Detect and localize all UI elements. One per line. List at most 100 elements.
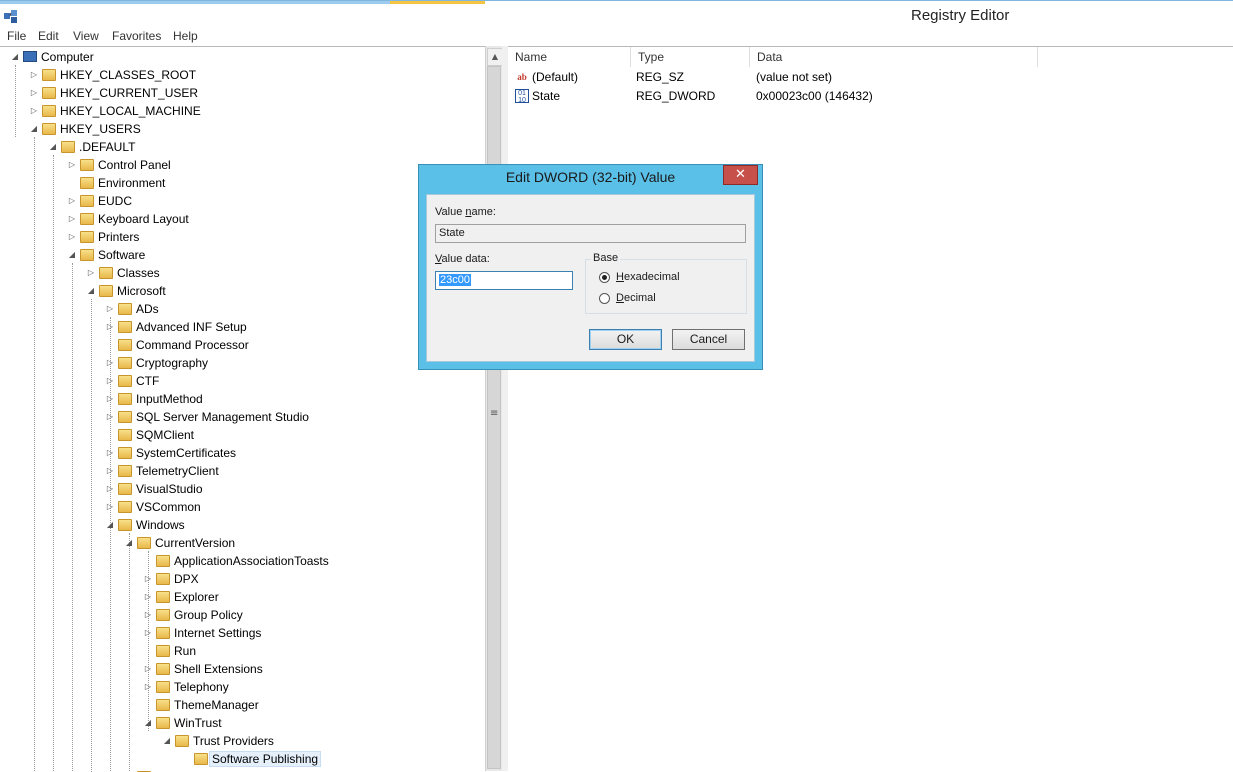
tree-node-vscommon[interactable]: ▷ VSCommon: [104, 498, 201, 516]
value-data-text: 23c00: [439, 274, 471, 286]
collapse-icon[interactable]: ◢: [47, 138, 59, 156]
scroll-up-arrow-icon[interactable]: ▲: [487, 48, 503, 66]
expand-icon[interactable]: ▷: [104, 390, 116, 408]
expand-icon[interactable]: ▷: [28, 66, 40, 84]
tree-node-partial[interactable]: [123, 768, 155, 772]
collapse-icon[interactable]: ◢: [66, 246, 78, 264]
cancel-button[interactable]: Cancel: [672, 329, 745, 350]
tree-scrollbar[interactable]: ▲ ≡: [485, 46, 503, 771]
tree-node-explorer[interactable]: ▷ Explorer: [142, 588, 219, 606]
key-tree: ◢ Computer ▷ HKEY_CLASSES_ROOT ▷ HKEY_CURRE…: [0, 46, 485, 772]
expand-icon[interactable]: ▷: [66, 192, 78, 210]
tree-node-environment[interactable]: Environment: [66, 174, 165, 192]
tree-node-hku[interactable]: ◢ HKEY_USERS: [28, 120, 141, 138]
tree-node-command-processor[interactable]: Command Processor: [104, 336, 249, 354]
decimal-radio[interactable]: [599, 293, 610, 304]
value-name-field[interactable]: State: [435, 224, 746, 243]
tree-node-hklm[interactable]: ▷ HKEY_LOCAL_MACHINE: [28, 102, 201, 120]
expand-icon[interactable]: ▷: [28, 84, 40, 102]
tree-node-group-policy[interactable]: ▷ Group Policy: [142, 606, 243, 624]
tree-node-printers[interactable]: ▷ Printers: [66, 228, 139, 246]
tree-node-systemcertificates[interactable]: ▷ SystemCertificates: [104, 444, 236, 462]
folder-icon: [156, 591, 170, 603]
expand-icon[interactable]: ▷: [104, 498, 116, 516]
tree-node-keyboard-layout[interactable]: ▷ Keyboard Layout: [66, 210, 189, 228]
tree-node-hkcu[interactable]: ▷ HKEY_CURRENT_USER: [28, 84, 198, 102]
expand-icon[interactable]: ▷: [104, 372, 116, 390]
expand-icon[interactable]: ▷: [142, 606, 154, 624]
tree-node-visualstudio[interactable]: ▷ VisualStudio: [104, 480, 203, 498]
ok-button[interactable]: OK: [589, 329, 662, 350]
tree-node-control-panel[interactable]: ▷ Control Panel: [66, 156, 171, 174]
collapse-icon[interactable]: ◢: [9, 48, 21, 66]
tree-node-hkcr[interactable]: ▷ HKEY_CLASSES_ROOT: [28, 66, 196, 84]
tree-node-sqmclient[interactable]: SQMClient: [104, 426, 194, 444]
tree-node-ctf[interactable]: ▷ CTF: [104, 372, 159, 390]
expand-icon[interactable]: ▷: [66, 228, 78, 246]
tree-node-dpx[interactable]: ▷ DPX: [142, 570, 199, 588]
tree-node-advanced-inf-setup[interactable]: ▷ Advanced INF Setup: [104, 318, 247, 336]
menu-help[interactable]: Help: [173, 29, 198, 43]
tree-node-trust-providers[interactable]: ◢ Trust Providers: [161, 732, 274, 750]
column-header-type[interactable]: Type: [631, 47, 750, 67]
tree-node-microsoft[interactable]: ◢ Microsoft: [85, 282, 166, 300]
menu-edit[interactable]: Edit: [38, 29, 59, 43]
column-header-data[interactable]: Data: [750, 47, 1038, 67]
expand-icon[interactable]: ▷: [104, 318, 116, 336]
tree-node-software-publishing[interactable]: Software Publishing: [180, 750, 322, 768]
expand-icon[interactable]: ▷: [104, 354, 116, 372]
expand-icon[interactable]: ▷: [142, 624, 154, 642]
decimal-label[interactable]: Decimal: [616, 292, 656, 304]
expand-icon[interactable]: ▷: [104, 444, 116, 462]
tree-node-ads[interactable]: ▷ ADs: [104, 300, 159, 318]
expand-icon[interactable]: ▷: [142, 570, 154, 588]
collapse-icon[interactable]: ◢: [123, 534, 135, 552]
expand-icon[interactable]: ▷: [142, 660, 154, 678]
column-header-name[interactable]: Name: [508, 47, 631, 67]
tree-node-shell-extensions[interactable]: ▷ Shell Extensions: [142, 660, 263, 678]
tree-node-wintrust[interactable]: ◢ WinTrust: [142, 714, 222, 732]
collapse-icon[interactable]: ◢: [104, 516, 116, 534]
tree-node-run[interactable]: Run: [142, 642, 196, 660]
expand-icon[interactable]: ▷: [142, 678, 154, 696]
collapse-icon[interactable]: ◢: [161, 732, 173, 750]
expand-icon[interactable]: ▷: [104, 300, 116, 318]
collapse-icon[interactable]: ◢: [85, 282, 97, 300]
tree-node-classes[interactable]: ▷ Classes: [85, 264, 160, 282]
tree-node-telemetryclient[interactable]: ▷ TelemetryClient: [104, 462, 219, 480]
hexadecimal-label[interactable]: Hexadecimal: [616, 271, 680, 283]
tree-node-computer[interactable]: ◢ Computer: [9, 48, 94, 66]
tree-node-cryptography[interactable]: ▷ Cryptography: [104, 354, 208, 372]
expand-icon[interactable]: ▷: [104, 480, 116, 498]
tree-node-default[interactable]: ◢ .DEFAULT: [47, 138, 136, 156]
tree-node-thememanager[interactable]: ThemeManager: [142, 696, 259, 714]
value-row[interactable]: 01 10 State REG_DWORD 0x00023c00 (146432): [508, 87, 1233, 106]
tree-node-software[interactable]: ◢ Software: [66, 246, 145, 264]
expand-icon[interactable]: ▷: [85, 264, 97, 282]
tree-node-currentversion[interactable]: ◢ CurrentVersion: [123, 534, 235, 552]
expand-icon[interactable]: ▷: [28, 102, 40, 120]
expand-icon[interactable]: ▷: [104, 462, 116, 480]
value-row[interactable]: ab (Default) REG_SZ (value not set): [508, 68, 1233, 87]
tree-node-telephony[interactable]: ▷ Telephony: [142, 678, 229, 696]
folder-icon: [61, 141, 75, 153]
expand-icon[interactable]: ▷: [66, 156, 78, 174]
expand-icon[interactable]: ▷: [142, 588, 154, 606]
expand-icon[interactable]: ▷: [66, 210, 78, 228]
tree-node-windows[interactable]: ◢ Windows: [104, 516, 185, 534]
menu-favorites[interactable]: Favorites: [112, 29, 161, 43]
menu-file[interactable]: File: [7, 29, 26, 43]
expand-icon[interactable]: ▷: [104, 408, 116, 426]
tree-node-inputmethod[interactable]: ▷ InputMethod: [104, 390, 203, 408]
folder-icon: [80, 213, 94, 225]
collapse-icon[interactable]: ◢: [28, 120, 40, 138]
hexadecimal-radio[interactable]: [599, 272, 610, 283]
value-data-field[interactable]: 23c00: [435, 271, 573, 290]
tree-node-applicationassociationtoasts[interactable]: ApplicationAssociationToasts: [142, 552, 329, 570]
close-button[interactable]: ✕: [723, 165, 758, 185]
collapse-icon[interactable]: ◢: [142, 714, 154, 732]
tree-node-internet-settings[interactable]: ▷ Internet Settings: [142, 624, 261, 642]
tree-node-sql-server-management-studio[interactable]: ▷ SQL Server Management Studio: [104, 408, 309, 426]
tree-node-eudc[interactable]: ▷ EUDC: [66, 192, 132, 210]
menu-view[interactable]: View: [73, 29, 99, 43]
